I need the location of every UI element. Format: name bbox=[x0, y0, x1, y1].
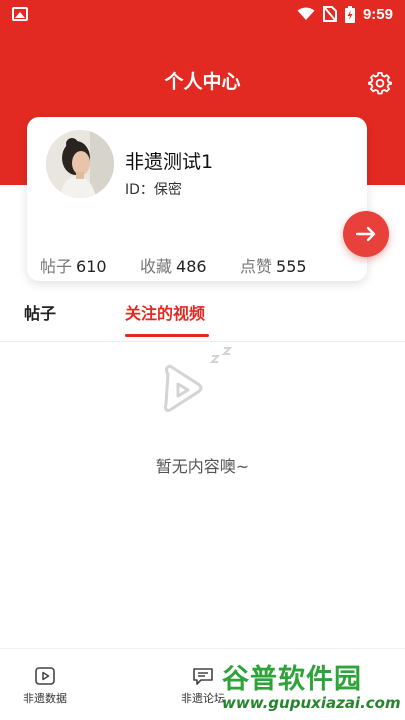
stat-posts-label: 帖子 bbox=[40, 257, 73, 276]
stat-favorites[interactable]: 收藏 486 bbox=[140, 253, 207, 277]
watermark-url: www.gupuxiazai.com bbox=[222, 694, 401, 712]
nav-label-heritage-data: 非遗数据 bbox=[23, 692, 67, 705]
stat-likes-value: 555 bbox=[276, 257, 307, 276]
username: 非遗测试1 bbox=[125, 151, 214, 173]
page-title: 个人中心 bbox=[164, 71, 241, 93]
chat-icon bbox=[193, 668, 213, 685]
stat-likes-label: 点赞 bbox=[240, 257, 273, 276]
active-tab-indicator bbox=[125, 334, 209, 337]
watermark-logo: 谷普软件园 bbox=[222, 664, 362, 695]
no-sim-icon bbox=[322, 6, 337, 22]
arrow-right-icon bbox=[355, 226, 376, 242]
status-bar: 9:59 bbox=[0, 0, 405, 28]
gallery-notification-icon bbox=[12, 7, 28, 21]
avatar-photo bbox=[46, 130, 114, 198]
battery-charging-icon bbox=[344, 5, 355, 23]
profile-detail-button[interactable] bbox=[343, 211, 389, 257]
nav-item-heritage-data[interactable]: 非遗数据 bbox=[0, 665, 90, 706]
content-tabs: 帖子 关注的视频 bbox=[0, 286, 405, 342]
stat-posts-value: 610 bbox=[76, 257, 107, 276]
avatar[interactable] bbox=[46, 130, 114, 198]
profile-card: 非遗测试1 ID：保密 帖子 610 收藏 486 点赞 555 bbox=[27, 117, 367, 281]
profile-stats: 帖子 610 收藏 486 点赞 555 bbox=[40, 253, 340, 277]
tab-followed-videos[interactable]: 关注的视频 bbox=[125, 300, 205, 324]
empty-video-sleep-icon bbox=[164, 347, 233, 412]
wifi-icon bbox=[297, 7, 315, 20]
stat-likes[interactable]: 点赞 555 bbox=[240, 253, 307, 277]
status-time: 9:59 bbox=[362, 5, 393, 23]
user-id: ID：保密 bbox=[125, 182, 182, 198]
stat-favorites-value: 486 bbox=[176, 257, 207, 276]
stat-favorites-label: 收藏 bbox=[140, 257, 173, 276]
watermark: 谷普软件园 www.gupuxiazai.com bbox=[222, 657, 402, 715]
stat-posts[interactable]: 帖子 610 bbox=[40, 253, 107, 277]
tab-posts[interactable]: 帖子 bbox=[24, 300, 56, 324]
settings-gear-icon[interactable] bbox=[368, 71, 392, 95]
play-box-icon bbox=[35, 667, 55, 685]
empty-state-text: 暂无内容噢~ bbox=[155, 457, 250, 476]
